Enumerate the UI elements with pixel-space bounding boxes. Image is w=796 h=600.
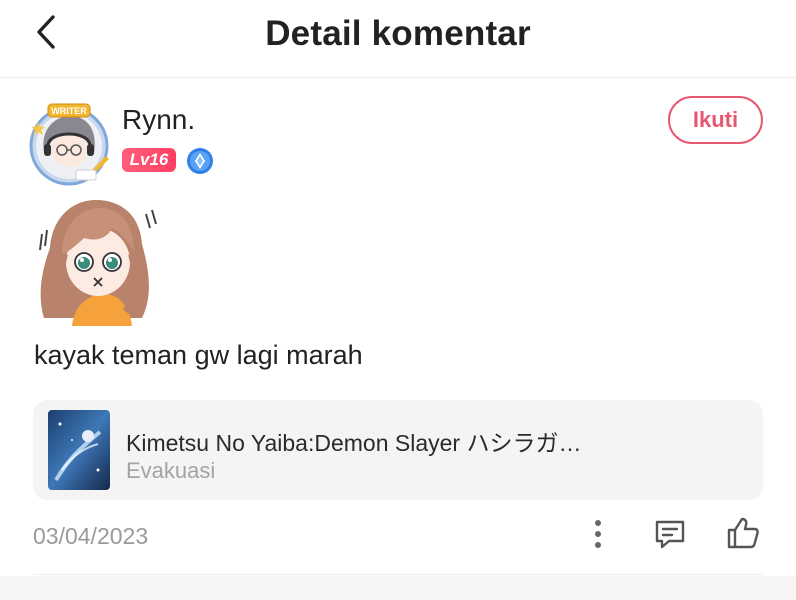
comment-date: 03/04/2023: [33, 523, 149, 549]
top-bar: Detail komentar: [0, 0, 796, 78]
book-cover: [48, 410, 110, 490]
more-button[interactable]: [582, 516, 614, 556]
comment-text: kayak teman gw lagi marah: [34, 340, 363, 370]
avatar[interactable]: WRITER: [26, 100, 112, 186]
book-chapter: Evakuasi: [126, 458, 216, 483]
reply-button[interactable]: [650, 516, 690, 556]
diamond-badge-icon: [186, 147, 214, 175]
book-card[interactable]: Kimetsu No Yaiba:Demon Slayer ハシラガ… Evak…: [33, 400, 763, 500]
confused-girl-sticker: [34, 194, 158, 326]
like-button[interactable]: [722, 514, 764, 556]
thumbs-up-icon: [725, 515, 761, 556]
divider: [33, 574, 763, 575]
level-badge: Lv16: [122, 148, 176, 172]
page-title: Detail komentar: [265, 14, 531, 53]
book-title: Kimetsu No Yaiba:Demon Slayer ハシラガ…: [126, 430, 582, 456]
comment-icon: [653, 517, 687, 556]
username[interactable]: Rynn.: [122, 104, 195, 136]
avatar-frame-label: WRITER: [51, 106, 87, 116]
section-separator: [0, 576, 796, 600]
more-vertical-icon: [593, 519, 603, 554]
follow-button[interactable]: Ikuti: [668, 96, 763, 144]
